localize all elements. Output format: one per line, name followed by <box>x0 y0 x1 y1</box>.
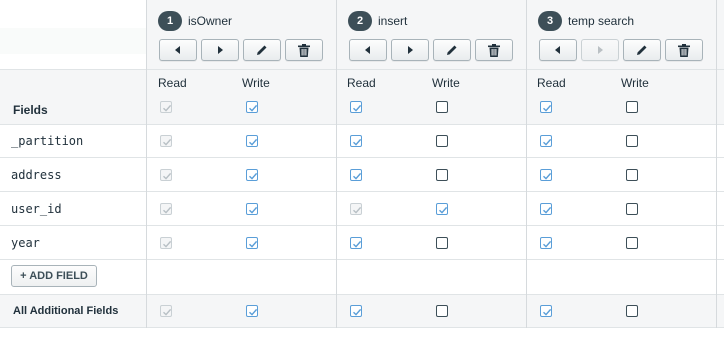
field-name: _partition <box>11 134 84 148</box>
field-write-checkbox[interactable] <box>436 203 448 215</box>
additional-fields-write-checkbox[interactable] <box>626 305 638 317</box>
field-name: user_id <box>11 202 62 216</box>
field-read-checkbox[interactable] <box>540 237 552 249</box>
additional-fields-write-checkbox[interactable] <box>436 305 448 317</box>
read-column-header: Read <box>347 76 376 90</box>
role-toolbar-1 <box>159 39 323 61</box>
additional-fields-write-checkbox[interactable] <box>246 305 258 317</box>
field-read-checkbox <box>160 169 172 181</box>
field-read-checkbox[interactable] <box>540 169 552 181</box>
field-write-checkbox[interactable] <box>436 169 448 181</box>
corner-cell <box>0 0 147 70</box>
move-left-button[interactable] <box>349 39 387 61</box>
field-read-checkbox <box>160 135 172 147</box>
field-read-checkbox[interactable] <box>540 135 552 147</box>
field-read-checkbox <box>350 203 362 215</box>
delete-icon <box>298 43 310 57</box>
field-read-checkbox <box>160 237 172 249</box>
all-fields-read-checkbox[interactable] <box>540 101 552 113</box>
move-right-button[interactable] <box>201 39 239 61</box>
all-fields-write-checkbox[interactable] <box>246 101 258 113</box>
edit-icon <box>257 45 267 55</box>
all-fields-write-checkbox[interactable] <box>436 101 448 113</box>
field-name: year <box>11 236 40 250</box>
fields-header: Fields <box>13 103 48 117</box>
move-left-button[interactable] <box>539 39 577 61</box>
delete-role-button[interactable] <box>665 39 703 61</box>
role-name: isOwner <box>188 14 233 28</box>
role-name: insert <box>378 14 408 28</box>
field-write-checkbox[interactable] <box>436 135 448 147</box>
additional-fields-read-checkbox[interactable] <box>350 305 362 317</box>
write-column-header: Write <box>242 76 270 90</box>
field-write-checkbox[interactable] <box>246 169 258 181</box>
field-write-checkbox[interactable] <box>626 169 638 181</box>
move-left-button[interactable] <box>159 39 197 61</box>
all-fields-read-checkbox[interactable] <box>350 101 362 113</box>
field-read-checkbox[interactable] <box>350 169 362 181</box>
all-fields-write-checkbox[interactable] <box>626 101 638 113</box>
field-write-checkbox[interactable] <box>626 237 638 249</box>
delete-role-button[interactable] <box>475 39 513 61</box>
field-write-checkbox[interactable] <box>246 203 258 215</box>
write-column-header: Read <box>537 76 566 90</box>
move-left-icon <box>555 46 560 54</box>
edit-role-button[interactable] <box>433 39 471 61</box>
move-right-icon <box>218 46 223 54</box>
role-name: temp search <box>568 14 635 28</box>
role-toolbar-2 <box>349 39 513 61</box>
write-column-header: Write <box>621 76 649 90</box>
role-header-2: 2 insert <box>348 10 407 32</box>
edit-role-button[interactable] <box>243 39 281 61</box>
field-write-checkbox[interactable] <box>436 237 448 249</box>
write-column-header: Write <box>432 76 460 90</box>
move-right-icon <box>598 46 603 54</box>
move-right-icon <box>408 46 413 54</box>
role-header-1: 1 isOwner <box>158 10 232 32</box>
field-name: address <box>11 168 62 182</box>
field-read-checkbox[interactable] <box>540 203 552 215</box>
role-number-badge: 2 <box>348 11 372 31</box>
field-read-checkbox <box>160 203 172 215</box>
add-field-button[interactable]: + ADD FIELD <box>11 265 97 287</box>
rules-permissions-table: 1 isOwner 2 insert 3 temp search Read Wr… <box>0 0 724 341</box>
edit-role-button[interactable] <box>623 39 661 61</box>
delete-icon <box>678 43 690 57</box>
edit-icon <box>447 45 457 55</box>
move-right-button[interactable] <box>581 39 619 61</box>
role-number-badge: 1 <box>158 11 182 31</box>
field-write-checkbox[interactable] <box>626 203 638 215</box>
field-read-checkbox[interactable] <box>350 135 362 147</box>
field-write-checkbox[interactable] <box>626 135 638 147</box>
edit-icon <box>637 45 647 55</box>
role-toolbar-3 <box>539 39 703 61</box>
additional-fields-read-checkbox[interactable] <box>540 305 552 317</box>
field-write-checkbox[interactable] <box>246 237 258 249</box>
field-read-checkbox[interactable] <box>350 237 362 249</box>
move-right-button[interactable] <box>391 39 429 61</box>
read-column-header: Read <box>158 76 187 90</box>
delete-role-button[interactable] <box>285 39 323 61</box>
field-write-checkbox[interactable] <box>246 135 258 147</box>
move-left-icon <box>365 46 370 54</box>
all-fields-read-checkbox <box>160 101 172 113</box>
role-header-3: 3 temp search <box>538 10 634 32</box>
additional-fields-label: All Additional Fields <box>13 305 119 317</box>
delete-icon <box>488 43 500 57</box>
additional-fields-read-checkbox <box>160 305 172 317</box>
role-number-badge: 3 <box>538 11 562 31</box>
move-left-icon <box>175 46 180 54</box>
